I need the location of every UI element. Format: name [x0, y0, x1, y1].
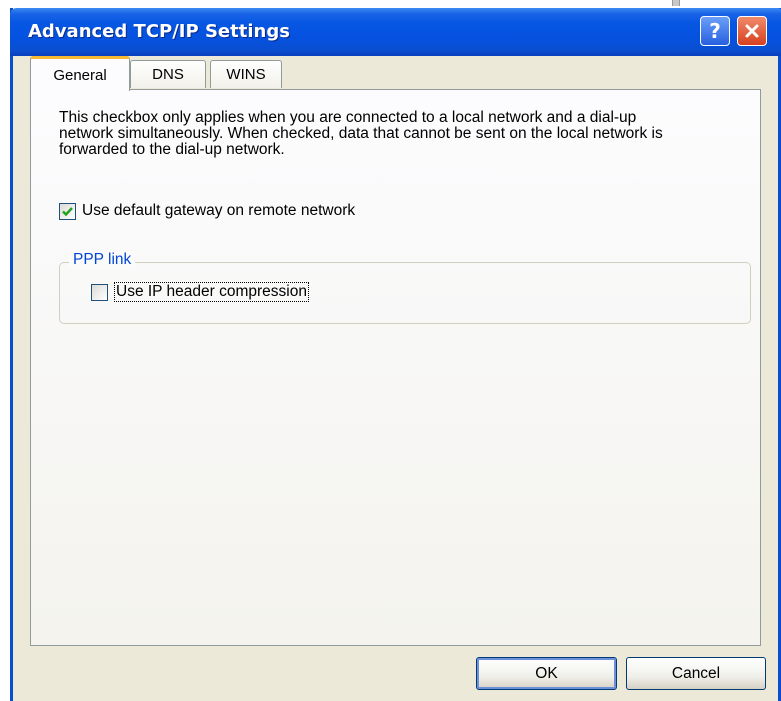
default-gateway-checkbox[interactable]: [59, 202, 76, 220]
general-tab-panel: This checkbox only applies when you are …: [30, 89, 761, 646]
tab-general-label: General: [53, 66, 107, 84]
window-title: Advanced TCP/IP Settings: [28, 21, 290, 42]
tab-dns[interactable]: DNS: [130, 60, 206, 88]
ip-header-compression-label: Use IP header compression: [114, 282, 309, 302]
ok-button-label: OK: [535, 664, 558, 682]
help-button[interactable]: ?: [700, 16, 730, 46]
ip-header-compression-checkbox[interactable]: [91, 283, 108, 301]
checkmark-icon: [62, 206, 73, 216]
default-gateway-label: Use default gateway on remote network: [82, 202, 356, 219]
ok-button[interactable]: OK: [476, 657, 617, 690]
gateway-description: This checkbox only applies when you are …: [59, 109, 663, 158]
tab-dns-label: DNS: [152, 66, 184, 83]
help-icon: ?: [709, 19, 721, 43]
close-icon: [745, 24, 759, 38]
tab-wins[interactable]: WINS: [210, 60, 282, 88]
title-bar[interactable]: Advanced TCP/IP Settings ?: [10, 8, 781, 56]
cancel-button[interactable]: Cancel: [626, 657, 766, 690]
close-button[interactable]: [737, 16, 767, 46]
default-gateway-option[interactable]: Use default gateway on remote network: [59, 202, 355, 220]
tab-wins-label: WINS: [226, 66, 266, 83]
desktop-fragment: [672, 0, 680, 6]
ip-header-compression-option[interactable]: Use IP header compression: [91, 282, 309, 302]
cancel-button-label: Cancel: [671, 664, 721, 682]
ppp-link-group-title: PPP link: [69, 251, 136, 269]
tab-general[interactable]: General: [30, 56, 130, 91]
